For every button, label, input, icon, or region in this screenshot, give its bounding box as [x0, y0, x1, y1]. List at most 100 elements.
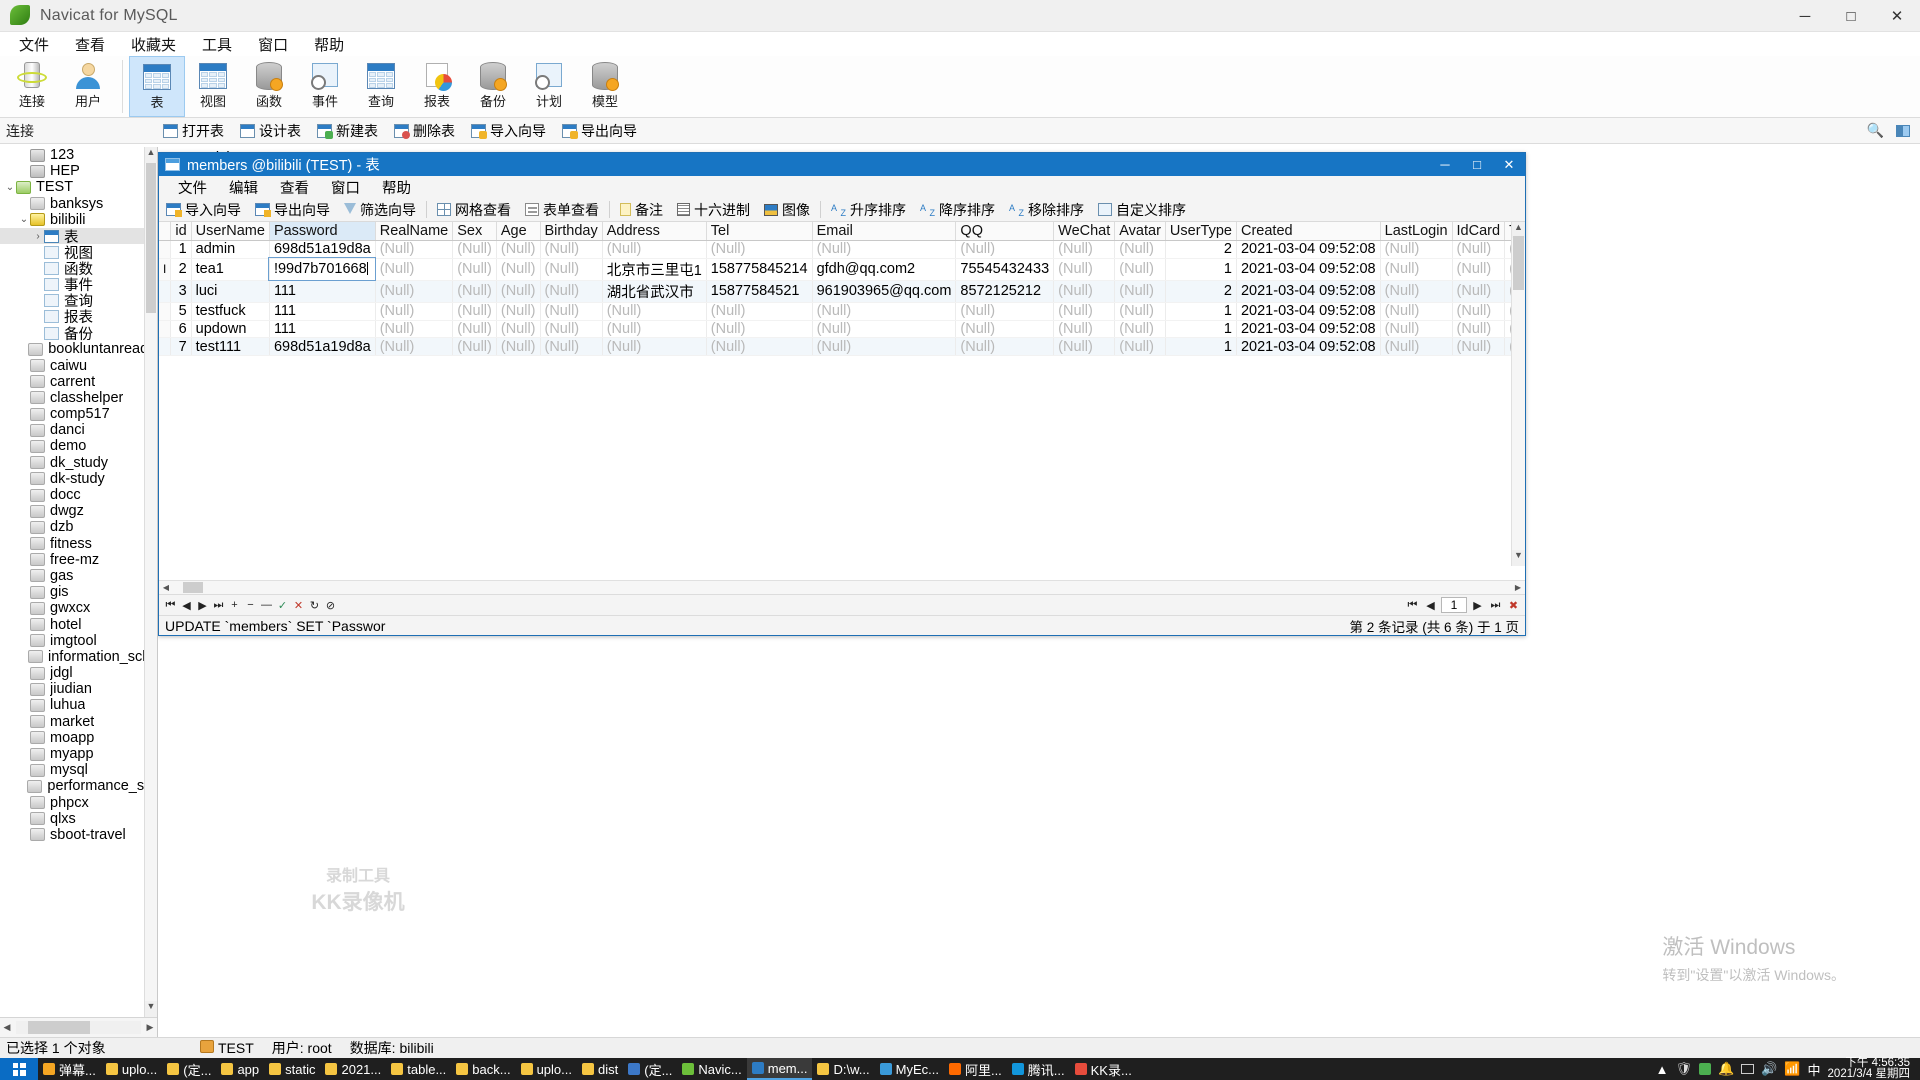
taskbar-button-15[interactable]: 阿里... — [944, 1058, 1007, 1080]
cell-Age[interactable]: (Null) — [496, 258, 541, 281]
toolbar-button-视图[interactable]: 视图 — [185, 56, 241, 117]
cell-LastLogin[interactable]: (Null) — [1380, 258, 1453, 281]
cell-RealName[interactable]: (Null) — [375, 337, 454, 357]
page-first-button[interactable]: ⏮ — [1405, 597, 1420, 614]
cell-WeChat[interactable]: (Null) — [1053, 320, 1116, 339]
cell-UserName[interactable]: testfuck — [191, 302, 270, 321]
page-prev-button[interactable]: ◀ — [1423, 597, 1438, 614]
cell-Password[interactable]: 698d51a19d8a — [269, 240, 376, 259]
cell-UserType[interactable]: 1 — [1165, 302, 1237, 321]
toolbar-button-备份[interactable]: 备份 — [465, 56, 521, 117]
notification-bell-icon[interactable]: 🔔 — [1718, 1061, 1734, 1077]
object-toolbar-export-wizard-icon[interactable]: 导出向导 — [554, 121, 645, 141]
table-menu-item-1[interactable]: 编辑 — [218, 177, 269, 198]
tree-twisty-icon[interactable]: › — [32, 231, 44, 242]
tree-node-bookluntanreaderch[interactable]: bookluntanreaderch — [0, 341, 157, 357]
cell-Sex[interactable]: (Null) — [452, 320, 497, 339]
nav-discard-change-button[interactable]: ✕ — [291, 597, 306, 614]
cell-UserType[interactable]: 2 — [1165, 240, 1237, 259]
tree-node-dzb[interactable]: dzb — [0, 519, 157, 535]
cell-Tel[interactable]: (Null) — [706, 302, 813, 321]
cell-UserType[interactable]: 1 — [1165, 320, 1237, 339]
column-header-Email[interactable]: Email — [812, 222, 957, 241]
taskbar-button-14[interactable]: MyEc... — [875, 1058, 944, 1080]
table-toolbar-sort-desc-icon[interactable]: A Z 降序排序 — [913, 200, 1002, 220]
taskbar-button-1[interactable]: uplo... — [101, 1058, 162, 1080]
connection-tree[interactable]: 123 HEP ⌄ TEST banksys ⌄ bilibili › 表视图 函数 事件 查询 报表备… — [0, 147, 157, 1017]
windows-start-icon[interactable] — [0, 1058, 38, 1080]
cell-LastLogin[interactable]: (Null) — [1380, 320, 1453, 339]
cell-Avatar[interactable]: (Null) — [1114, 240, 1166, 259]
table-toolbar-hex-icon[interactable]: 十六进制 — [670, 200, 757, 220]
tree-scroll-up-arrow[interactable]: ▲ — [145, 147, 157, 163]
cell-Tel[interactable]: (Null) — [706, 337, 813, 357]
column-header-Avatar[interactable]: Avatar — [1114, 222, 1166, 241]
data-grid-container[interactable]: id UserName Password RealName Sex Age Birthday… — [159, 222, 1525, 580]
taskbar-button-11[interactable]: Navic... — [677, 1058, 746, 1080]
cell-Birthday[interactable]: (Null) — [540, 320, 603, 339]
taskbar-button-12[interactable]: mem... — [746, 1058, 813, 1080]
menu-item-0[interactable]: 文件 — [6, 32, 62, 57]
taskbar-button-17[interactable]: KK录... — [1070, 1058, 1137, 1080]
nav-add-record-button[interactable]: + — [227, 597, 242, 614]
cell-Age[interactable]: (Null) — [496, 280, 541, 303]
close-button[interactable]: ✕ — [1874, 0, 1920, 32]
cell-id[interactable]: 1 — [170, 240, 192, 259]
tree-horizontal-scrollbar[interactable]: ◀ ▶ — [0, 1017, 157, 1037]
ime-icon[interactable]: 中 — [1808, 1060, 1821, 1079]
table-toolbar-filter-wizard-icon[interactable]: 筛选向导 — [337, 200, 423, 220]
maximize-button[interactable]: □ — [1828, 0, 1874, 32]
table-window-maximize-button[interactable]: □ — [1461, 153, 1493, 176]
object-toolbar-open-table-icon[interactable]: 打开表 — [155, 121, 232, 141]
cell-Password[interactable]: 111 — [269, 280, 376, 303]
table-row[interactable]: 5 testfuck 111 (Null) (Null) (Null) (Null) (Nul… — [159, 302, 1525, 321]
toolbar-button-表[interactable]: 表 — [129, 56, 185, 117]
tree-node-market[interactable]: market — [0, 714, 157, 730]
column-header-Address[interactable]: Address — [602, 222, 707, 241]
table-row[interactable]: 1 admin 698d51a19d8a (Null) (Null) (Null) (Nul… — [159, 240, 1525, 259]
cell-Email[interactable]: (Null) — [812, 302, 957, 321]
toolbar-button-事件[interactable]: 事件 — [297, 56, 353, 117]
cell-id[interactable]: 3 — [170, 280, 192, 303]
menu-item-4[interactable]: 窗口 — [245, 32, 301, 57]
column-header-WeChat[interactable]: WeChat — [1053, 222, 1116, 241]
table-toolbar-import-wizard-icon[interactable]: 导入向导 — [159, 200, 248, 220]
chevron-up-icon[interactable]: ▲ — [1656, 1062, 1669, 1077]
column-header-Tel[interactable]: Tel — [706, 222, 813, 241]
grid-horizontal-scrollbar[interactable]: ◀ ▶ — [159, 580, 1525, 594]
tree-node-classhelper[interactable]: classhelper — [0, 390, 157, 406]
cell-Tel[interactable]: 15877584521 — [706, 280, 813, 303]
cell-Created[interactable]: 2021-03-04 09:52:08 — [1236, 337, 1381, 357]
grid-hscroll-track[interactable] — [173, 581, 1511, 595]
tree-node-myapp[interactable]: myapp — [0, 746, 157, 762]
menu-item-1[interactable]: 查看 — [62, 32, 118, 57]
table-row[interactable]: I 2 tea1 !99d7b701668 (Null) (Null) (Null) (Nul… — [159, 257, 1525, 282]
table-toolbar-form-view-icon[interactable]: 表单查看 — [518, 200, 606, 220]
tree-node-gwxcx[interactable]: gwxcx — [0, 600, 157, 616]
cell-Email[interactable]: gfdh@qq.com2 — [812, 258, 957, 281]
table-toolbar-custom-sort-icon[interactable]: 自定义排序 — [1091, 200, 1193, 220]
toolbar-button-报表[interactable]: 报表 — [409, 56, 465, 117]
column-header-Sex[interactable]: Sex — [452, 222, 497, 241]
cell-WeChat[interactable]: (Null) — [1053, 337, 1116, 357]
table-row[interactable]: 6 updown 111 (Null) (Null) (Null) (Null) (Null)… — [159, 320, 1525, 339]
cell-WeChat[interactable]: (Null) — [1053, 302, 1116, 321]
column-header-Password[interactable]: Password — [269, 222, 376, 241]
page-last-button[interactable]: ⏭ — [1488, 597, 1503, 614]
table-menu-item-3[interactable]: 窗口 — [320, 177, 371, 198]
cell-Avatar[interactable]: (Null) — [1114, 320, 1166, 339]
row-selector[interactable] — [159, 302, 172, 321]
tree-node-performance_schema[interactable]: performance_schema — [0, 778, 157, 794]
cell-LastLogin[interactable]: (Null) — [1380, 302, 1453, 321]
cell-id[interactable]: 5 — [170, 302, 192, 321]
tree-node-demo[interactable]: demo — [0, 438, 157, 454]
nav-last-record-button[interactable]: ⏭ — [211, 597, 226, 614]
object-toolbar-import-wizard-icon[interactable]: 导入向导 — [463, 121, 554, 141]
grid-scroll-thumb[interactable] — [1513, 236, 1524, 290]
nav-stop-button[interactable]: ⊘ — [323, 597, 338, 614]
table-menu-item-2[interactable]: 查看 — [269, 177, 320, 198]
column-header-IdCard[interactable]: IdCard — [1452, 222, 1506, 241]
column-header-UserType[interactable]: UserType — [1165, 222, 1237, 241]
nav-apply-change-button[interactable]: ✓ — [275, 597, 290, 614]
column-header-LastLogin[interactable]: LastLogin — [1380, 222, 1453, 241]
